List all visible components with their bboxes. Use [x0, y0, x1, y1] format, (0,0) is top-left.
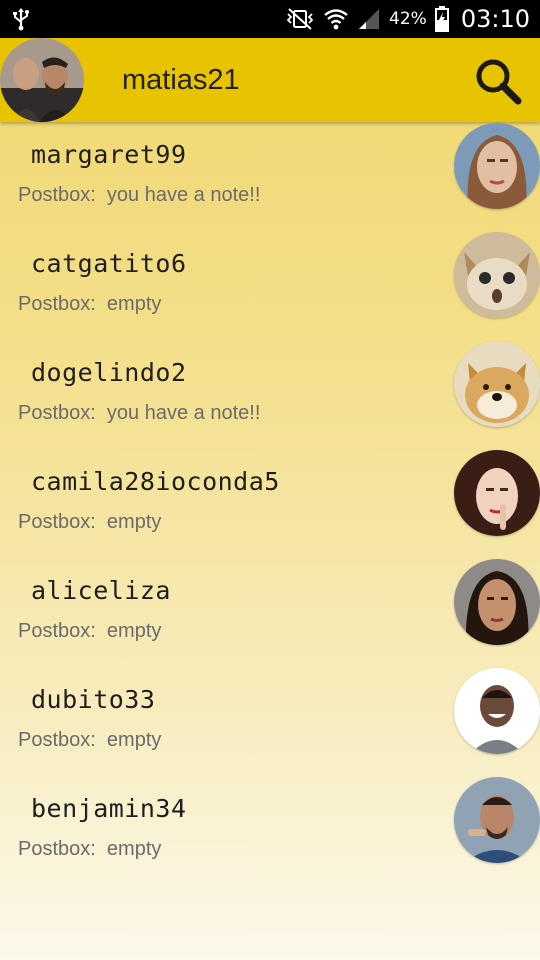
- contact-name: aliceliza: [31, 576, 171, 605]
- contact-row[interactable]: margaret99 Postbox: you have a note!!: [0, 122, 540, 231]
- postbox-status: Postbox: you have a note!!: [18, 184, 261, 206]
- contact-name: catgatito6: [31, 249, 187, 278]
- status-bar: 42% 03:10: [0, 0, 540, 38]
- contact-name: dubito33: [31, 685, 156, 714]
- contact-name: margaret99: [31, 140, 187, 169]
- self-avatar[interactable]: [0, 38, 84, 122]
- contact-avatar[interactable]: [454, 232, 540, 318]
- contact-row[interactable]: aliceliza Postbox: empty: [0, 558, 540, 667]
- signal-icon: [357, 7, 381, 31]
- contact-row[interactable]: catgatito6 Postbox: empty: [0, 231, 540, 340]
- battery-percent: 42%: [389, 9, 427, 29]
- contact-name: benjamin34: [31, 794, 187, 823]
- username-title: matias21: [122, 64, 240, 96]
- postbox-status: Postbox: you have a note!!: [18, 402, 261, 424]
- postbox-status: Postbox: empty: [18, 620, 162, 642]
- vibrate-mute-icon: [285, 7, 315, 31]
- contact-avatar[interactable]: [454, 123, 540, 209]
- contact-name: camila28ioconda5: [31, 467, 280, 496]
- contact-avatar[interactable]: [454, 668, 540, 754]
- contact-avatar[interactable]: [454, 341, 540, 427]
- wifi-icon: [323, 6, 349, 32]
- postbox-status: Postbox: empty: [18, 838, 162, 860]
- postbox-status: Postbox: empty: [18, 293, 162, 315]
- contact-row[interactable]: dubito33 Postbox: empty: [0, 667, 540, 776]
- contact-avatar[interactable]: [454, 777, 540, 863]
- contact-row[interactable]: camila28ioconda5 Postbox: empty: [0, 449, 540, 558]
- app-bar: matias21: [0, 38, 540, 122]
- contact-row[interactable]: benjamin34 Postbox: empty: [0, 776, 540, 885]
- postbox-status: Postbox: empty: [18, 511, 162, 533]
- contact-avatar[interactable]: [454, 559, 540, 645]
- usb-icon: [10, 7, 32, 31]
- battery-icon: [434, 6, 449, 32]
- clock: 03:10: [460, 5, 530, 33]
- contact-name: dogelindo2: [31, 358, 187, 387]
- contact-list: margaret99 Postbox: you have a note!! ca…: [0, 122, 540, 885]
- contact-avatar[interactable]: [454, 450, 540, 536]
- contact-row[interactable]: dogelindo2 Postbox: you have a note!!: [0, 340, 540, 449]
- search-icon: [470, 56, 524, 106]
- search-button[interactable]: [470, 56, 524, 106]
- postbox-status: Postbox: empty: [18, 729, 162, 751]
